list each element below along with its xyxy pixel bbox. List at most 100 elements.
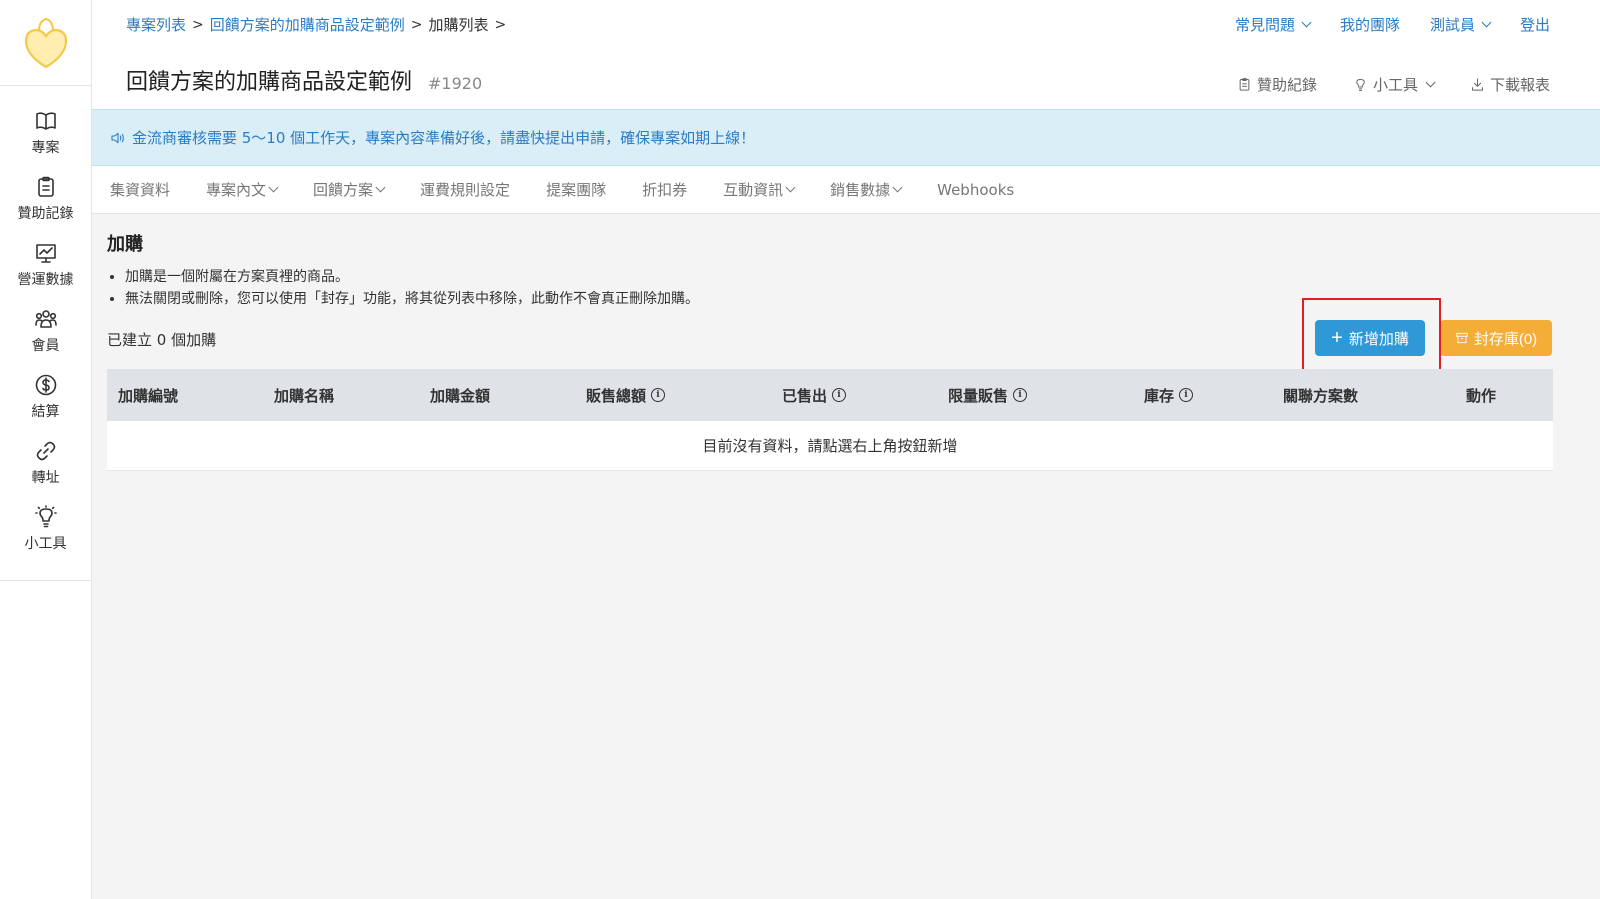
column-label: 販售總額	[586, 386, 647, 405]
archive-label: 封存庫(0)	[1473, 330, 1538, 348]
info-item: 無法關閉或刪除，您可以使用「封存」功能，將其從列表中移除，此動作不會真正刪除加購…	[125, 288, 699, 310]
column-header: 限量販售 i	[948, 385, 1144, 406]
sidebar-item-label: 營運數據	[17, 272, 74, 288]
info-icon[interactable]: i	[832, 388, 847, 402]
lightbulb-icon	[1356, 79, 1365, 91]
tab-bar: 集資資料 專案內文 回饋方案 運費規則設定 提案團隊 折扣券 互動資訊 銷售數據…	[92, 166, 1600, 214]
column-label: 動作	[1466, 386, 1497, 405]
sidebar-item-members[interactable]: 會員	[0, 298, 91, 364]
column-header: 動作	[1466, 385, 1496, 406]
sidebar-item-label: 轉址	[31, 470, 60, 486]
archive-button[interactable]: 封存庫(0)	[1440, 320, 1552, 356]
link-icon	[36, 441, 55, 461]
main-area: 專案列表 > 回饋方案的加購商品設定範例 > 加購列表 > 常見問題 我的團隊 …	[92, 0, 1600, 899]
tab-label: 回饋方案	[313, 181, 374, 199]
tab-label: 集資資料	[110, 181, 171, 199]
logout-link[interactable]: 登出	[1520, 14, 1550, 35]
sidebar-item-settlement[interactable]: 結算	[0, 364, 91, 430]
lightbulb-icon	[34, 505, 57, 528]
column-header: 加購名稱	[274, 385, 430, 406]
book-icon	[35, 112, 56, 130]
tab-shipping-rules[interactable]: 運費規則設定	[420, 179, 510, 200]
add-on-count: 已建立 0 個加購	[107, 331, 217, 349]
logout-label: 登出	[1519, 16, 1550, 34]
tab-label: 折扣券	[642, 181, 688, 199]
users-icon	[34, 310, 57, 328]
sidebar-item-tools[interactable]: 小工具	[0, 496, 91, 562]
notice-text: 金流商審核需要 5～10 個工作天，專案內容準備好後，請盡快提出申請，確保專案如…	[132, 129, 756, 147]
chevron-down-icon	[785, 182, 796, 193]
chevron-down-icon	[1481, 17, 1492, 28]
breadcrumb-current: 加購列表	[428, 16, 489, 34]
column-header: 庫存 i	[1144, 385, 1283, 406]
download-report-button[interactable]: 下載報表	[1470, 74, 1550, 95]
tab-project-content[interactable]: 專案內文	[206, 179, 279, 200]
sponsor-records-label: 贊助紀錄	[1256, 76, 1317, 94]
project-id: #1920	[428, 74, 483, 93]
table-header: 加購編號 加購名稱 加購金額 販售總額 i 已售出 i 限量販售 i 庫存 i 關聯方案…	[107, 369, 1553, 421]
sidebar-item-label: 專案	[31, 140, 60, 156]
page-title: 回饋方案的加購商品設定範例 #1920	[126, 64, 482, 96]
page-title-text: 回饋方案的加購商品設定範例	[126, 70, 413, 95]
sidebar-item-projects[interactable]: 專案	[0, 100, 91, 166]
speaker-icon	[111, 132, 124, 143]
clipboard-icon	[1239, 78, 1250, 91]
tab-reward-plans[interactable]: 回饋方案	[313, 179, 386, 200]
info-icon[interactable]: i	[651, 388, 666, 402]
tab-label: 提案團隊	[546, 181, 607, 199]
column-header: 販售總額 i	[586, 385, 782, 406]
faq-menu-label: 常見問題	[1234, 16, 1295, 34]
faq-menu[interactable]: 常見問題	[1234, 14, 1312, 35]
column-label: 已售出	[782, 386, 828, 405]
sidebar-item-label: 贊助記錄	[17, 206, 74, 222]
tab-team[interactable]: 提案團隊	[546, 179, 606, 200]
chevron-down-icon	[375, 182, 386, 193]
sidebar: 專案 贊助記錄 營運數據 會員 結算 轉址 小工具	[0, 0, 92, 899]
breadcrumb-project-list[interactable]: 專案列表	[126, 14, 186, 35]
chevron-down-icon	[892, 182, 903, 193]
tools-menu[interactable]: 小工具	[1353, 74, 1436, 95]
page-header: 專案列表 > 回饋方案的加購商品設定範例 > 加購列表 > 常見問題 我的團隊 …	[92, 0, 1600, 109]
chart-icon	[35, 244, 56, 263]
my-team-link[interactable]: 我的團隊	[1340, 14, 1400, 35]
logo[interactable]	[0, 0, 91, 86]
breadcrumb-separator-icon: >	[192, 16, 204, 33]
user-menu[interactable]: 測試員	[1430, 14, 1492, 35]
sidebar-item-label: 結算	[31, 404, 60, 420]
add-on-table: 加購編號 加購名稱 加購金額 販售總額 i 已售出 i 限量販售 i 庫存 i 關聯方案…	[107, 369, 1553, 471]
sponsor-records-button[interactable]: 贊助紀錄	[1237, 74, 1317, 95]
top-nav: 常見問題 我的團隊 測試員 登出	[1235, 14, 1550, 35]
column-header: 加購金額	[430, 385, 586, 406]
tab-webhooks[interactable]: Webhooks	[937, 181, 1014, 199]
info-icon[interactable]: i	[1013, 388, 1028, 402]
plus-icon: +	[1331, 327, 1343, 349]
add-add-on-button[interactable]: + 新增加購	[1315, 320, 1425, 356]
tab-label: 互動資訊	[723, 181, 784, 199]
add-add-on-label: 新增加購	[1348, 330, 1409, 348]
my-team-label: 我的團隊	[1339, 16, 1400, 34]
info-list: 加購是一個附屬在方案頁裡的商品。 無法關閉或刪除，您可以使用「封存」功能，將其從…	[125, 266, 699, 310]
tab-interactions[interactable]: 互動資訊	[723, 179, 796, 200]
chevron-down-icon	[268, 182, 279, 193]
info-icon[interactable]: i	[1179, 388, 1194, 402]
sidebar-item-label: 小工具	[24, 536, 67, 552]
archive-box-icon	[1456, 332, 1468, 344]
sidebar-item-redirect[interactable]: 轉址	[0, 430, 91, 496]
tab-funding-info[interactable]: 集資資料	[110, 179, 170, 200]
breadcrumb: 專案列表 > 回饋方案的加購商品設定範例 > 加購列表 >	[126, 14, 508, 35]
column-label: 加購名稱	[274, 386, 335, 405]
heart-bag-logo-icon	[24, 17, 67, 68]
sidebar-item-sponsor-records[interactable]: 贊助記錄	[0, 166, 91, 232]
sidebar-item-operations[interactable]: 營運數據	[0, 232, 91, 298]
tab-label: 運費規則設定	[420, 181, 511, 199]
column-label: 關聯方案數	[1283, 386, 1359, 405]
tab-coupons[interactable]: 折扣券	[642, 179, 687, 200]
tab-sales-data[interactable]: 銷售數據	[830, 179, 903, 200]
sidebar-item-label: 會員	[31, 338, 60, 354]
tab-label: 銷售數據	[830, 181, 891, 199]
column-label: 加購編號	[118, 386, 179, 405]
download-report-label: 下載報表	[1489, 76, 1550, 94]
column-label: 庫存	[1144, 386, 1175, 405]
dollar-icon	[35, 374, 56, 396]
breadcrumb-project[interactable]: 回饋方案的加購商品設定範例	[210, 14, 405, 35]
